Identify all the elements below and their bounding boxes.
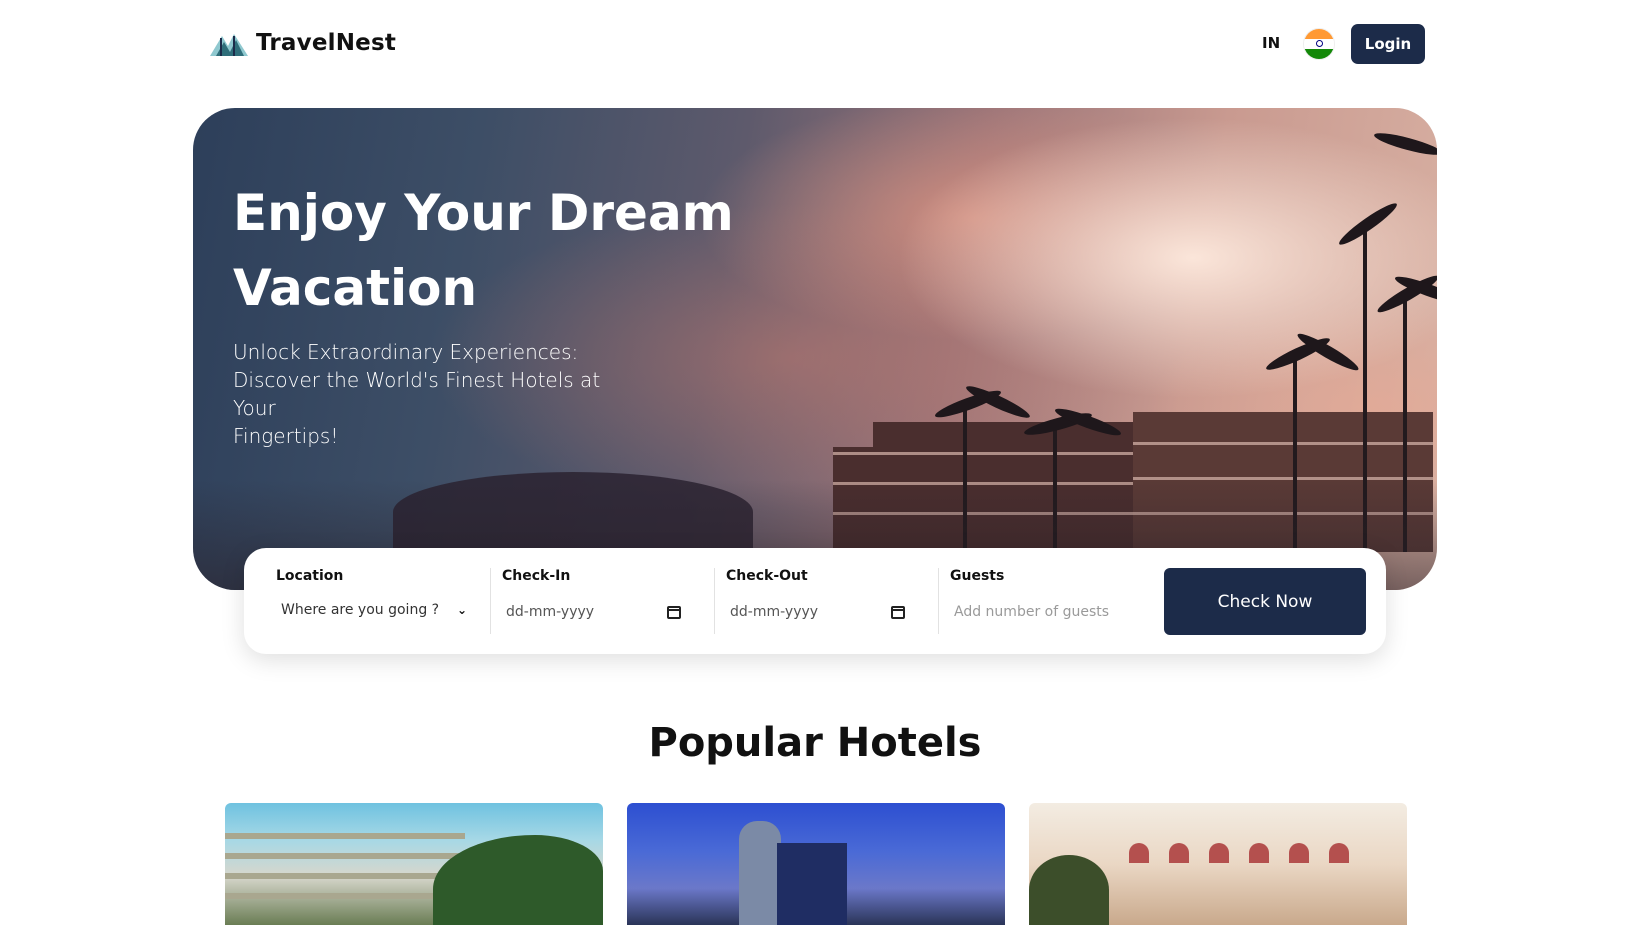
location-select-value: Where are you going ? [281,602,440,618]
hero-subtitle-line-1: Unlock Extraordinary Experiences: [233,340,579,364]
hotel-card[interactable] [627,803,1005,925]
hotel-search-bar: Location Where are you going ? ⌄ Check-I… [244,548,1386,654]
guests-input[interactable]: Add number of guests [954,604,1144,620]
hero-subtitle-line-2: Discover the World's Finest Hotels at Yo… [233,368,601,420]
hero-title-line-1: Enjoy Your Dream [233,184,734,242]
hero-banner: Enjoy Your Dream Vacation Unlock Extraor… [193,108,1437,590]
calendar-icon[interactable] [667,605,681,619]
check-out-date-input[interactable]: dd-mm-yyyy [730,604,905,620]
hero-title-line-2: Vacation [233,259,478,317]
brand-name: TravelNest [256,30,397,56]
chevron-down-icon: ⌄ [456,603,467,617]
check-in-placeholder: dd-mm-yyyy [506,604,595,620]
top-navbar: TravelNest IN Login [0,0,1644,90]
check-out-label: Check-Out [726,568,808,584]
guests-field: Guests Add number of guests [950,568,1150,634]
locale-code[interactable]: IN [1262,34,1280,52]
brand-logo-link[interactable]: TravelNest [208,28,396,58]
hero-subtitle: Unlock Extraordinary Experiences: Discov… [233,338,633,450]
field-divider [490,568,491,634]
guests-placeholder: Add number of guests [954,604,1110,620]
check-out-placeholder: dd-mm-yyyy [730,604,819,620]
location-select[interactable]: Where are you going ? ⌄ [281,602,467,618]
field-divider [938,568,939,634]
check-out-field: Check-Out dd-mm-yyyy [726,568,926,634]
location-field: Location Where are you going ? ⌄ [276,568,467,634]
check-in-field: Check-In dd-mm-yyyy [502,568,702,634]
field-divider [714,568,715,634]
calendar-icon[interactable] [891,605,905,619]
hotel-card[interactable] [225,803,603,925]
check-in-label: Check-In [502,568,571,584]
hotel-card[interactable] [1029,803,1407,925]
location-label: Location [276,568,344,584]
mountain-logo-icon [210,34,248,56]
hero-title: Enjoy Your Dream Vacation [233,176,753,326]
login-button[interactable]: Login [1351,24,1425,64]
india-flag-icon[interactable] [1303,28,1335,60]
popular-hotels-heading: Popular Hotels [648,720,982,766]
guests-label: Guests [950,568,1005,584]
hero-subtitle-line-3: Fingertips! [233,424,339,448]
check-in-date-input[interactable]: dd-mm-yyyy [506,604,681,620]
check-now-button[interactable]: Check Now [1164,568,1366,635]
